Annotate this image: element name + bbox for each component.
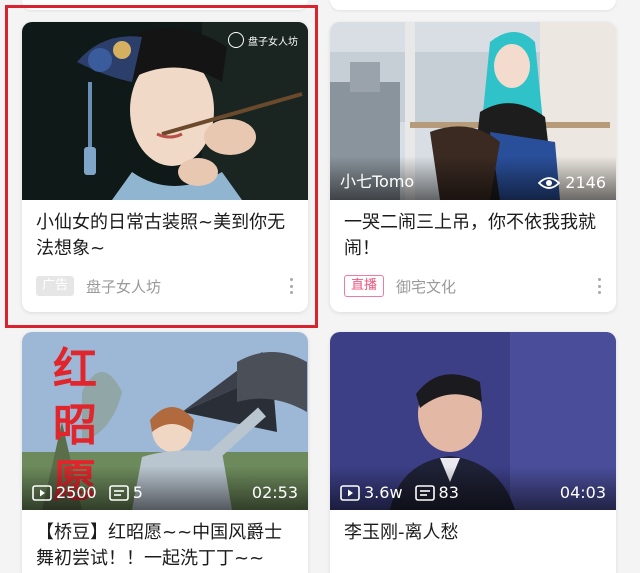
feed-card-video[interactable]: 红昭愿 2500 5 02:53 [22,332,308,573]
danmaku-icon [414,484,435,501]
feed-card-ad[interactable]: 盘子女人坊 小仙女的日常古装照~美到你无法想象~ 广告 盘子女人坊 [22,22,308,312]
ad-badge: 广告 [36,276,75,296]
danmaku-count: 5 [108,483,143,502]
thumbnail-image [22,22,308,200]
play-count-value: 3.6w [364,483,403,502]
more-icon[interactable] [592,276,606,296]
view-count-value: 2146 [565,173,606,192]
card-meta: 广告 盘子女人坊 [36,274,298,298]
video-title[interactable]: 【桥豆】红昭愿~~中国风爵士舞初尝试！！一起洗丁丁~~ [22,510,308,570]
play-icon [340,484,360,501]
video-title[interactable]: 一哭二闹三上吊，你不依我我就闹！ [330,200,616,266]
video-title[interactable]: 李玉刚-离人愁 [330,510,616,570]
video-title[interactable]: 小仙女的日常古装照~美到你无法想象~ [22,200,308,266]
previous-card-bottom-left [22,0,308,10]
danmaku-count-value: 83 [438,483,459,502]
video-duration: 04:03 [559,483,606,502]
thumbnail-overlay: 3.6w 83 04:03 [330,466,616,510]
play-count-value: 2500 [56,483,97,502]
uploader-name[interactable]: 盘子女人坊 [86,276,161,297]
feed-page: 盘子女人坊 小仙女的日常古装照~美到你无法想象~ 广告 盘子女人坊 小七Tomo… [0,0,640,573]
uploader-name[interactable]: 御宅文化 [396,276,456,297]
thumbnail-ancient-costume[interactable]: 盘子女人坊 [22,22,308,200]
logo-text: 盘子女人坊 [248,36,298,48]
overlay-streamer-name: 小七Tomo [340,172,415,191]
eye-icon [538,176,561,189]
thumbnail-singer[interactable]: 3.6w 83 04:03 [330,332,616,510]
danmaku-count-value: 5 [132,483,143,502]
previous-card-bottom-right [330,0,616,10]
thumbnail-overlay: 2500 5 02:53 [22,466,308,510]
feed-card-video[interactable]: 3.6w 83 04:03 李玉刚-离人愁 [330,332,616,573]
danmaku-icon [108,484,129,501]
play-icon [32,484,52,501]
thumbnail-overlay: 小七Tomo 2146 [330,156,616,200]
play-count: 2500 [32,483,97,502]
view-count: 2146 [538,173,606,192]
more-icon[interactable] [284,276,298,296]
danmaku-count: 83 [414,483,459,502]
card-meta: 直播 御宅文化 [344,274,606,298]
brand-logo: 盘子女人坊 [228,32,298,48]
thumbnail-fan-dance[interactable]: 红昭愿 2500 5 02:53 [22,332,308,510]
feed-card-live[interactable]: 小七Tomo 2146 一哭二闹三上吊，你不依我我就闹！ 直播 御宅文化 [330,22,616,312]
video-duration: 02:53 [251,483,298,502]
thumbnail-cosplay[interactable]: 小七Tomo 2146 [330,22,616,200]
play-count: 3.6w [340,483,403,502]
logo-circle-icon [228,32,244,48]
live-badge: 直播 [344,275,385,297]
